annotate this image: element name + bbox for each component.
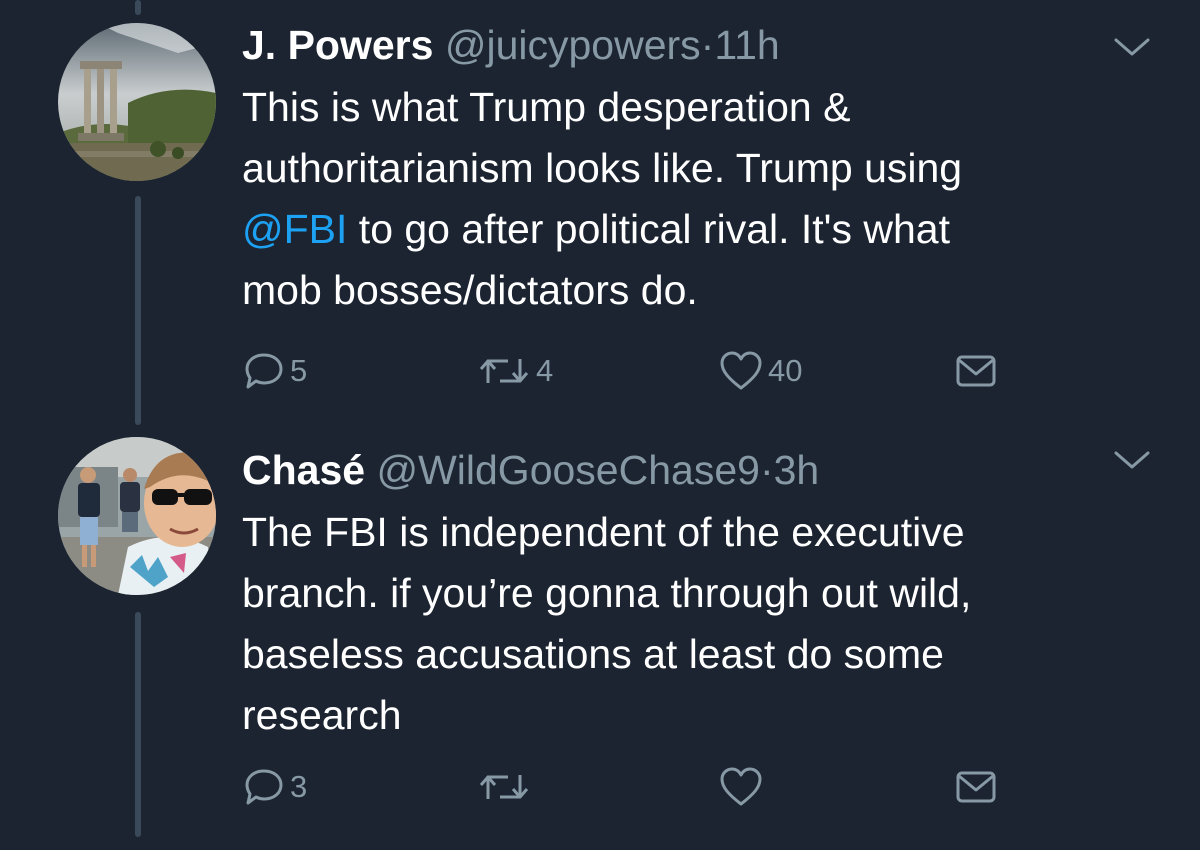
thread-line [135, 612, 141, 837]
tweet-text-line: branch. if you’re gonna through out wild… [242, 570, 972, 616]
tweet-text-line: mob bosses/dictators do. [242, 267, 698, 313]
greek-temple-ruins-photo [58, 23, 216, 181]
separator-dot: · [700, 22, 715, 68]
timestamp[interactable]: 3h [774, 447, 820, 493]
selfie-with-sunglasses-photo [58, 437, 216, 595]
tweet-text: This is what Trump desperation & authori… [242, 77, 1172, 321]
separator-dot: · [759, 447, 774, 493]
like-button[interactable] [718, 762, 768, 812]
reply-button[interactable]: 3 [242, 762, 307, 812]
tweet-actions: 5 4 40 [242, 346, 1042, 396]
avatar[interactable] [58, 437, 216, 595]
retweet-count: 4 [536, 353, 554, 388]
timeline: J. Powers @juicypowers·11h This is what … [0, 0, 1200, 850]
reply-bubble-icon [245, 353, 283, 389]
chevron-down-icon[interactable] [1112, 34, 1152, 60]
retweet-button[interactable] [476, 762, 536, 812]
tweet-header: Chasé @WildGooseChase9·3h [242, 445, 819, 495]
tweet-text-line: baseless accusations at least do some [242, 631, 944, 677]
tweet-text-line: research [242, 692, 402, 738]
tweet-text-fragment: to go after political rival. It's what [347, 206, 950, 252]
heart-icon [720, 351, 762, 390]
tweet-text: The FBI is independent of the executive … [242, 502, 1172, 746]
timestamp[interactable]: 11h [714, 22, 779, 68]
tweet-header: J. Powers @juicypowers·11h [242, 20, 780, 70]
display-name[interactable]: J. Powers [242, 22, 433, 68]
direct-message-button[interactable] [954, 346, 998, 396]
retweet-icon [479, 775, 529, 799]
reply-count: 5 [290, 353, 308, 388]
user-handle[interactable]: @WildGooseChase9 [376, 447, 759, 493]
reply-count: 3 [290, 769, 308, 804]
mention-link[interactable]: @FBI [242, 206, 347, 252]
retweet-icon [479, 359, 529, 383]
display-name[interactable]: Chasé [242, 447, 365, 493]
retweet-button[interactable]: 4 [476, 346, 553, 396]
tweet-actions: 3 [242, 762, 1042, 812]
tweet[interactable]: Chasé @WildGooseChase9·3h The FBI is ind… [0, 425, 1200, 850]
avatar[interactable] [58, 23, 216, 181]
direct-message-button[interactable] [954, 762, 998, 812]
reply-button[interactable]: 5 [242, 346, 307, 396]
chevron-down-icon[interactable] [1112, 447, 1152, 473]
tweet-text-line: This is what Trump desperation & [242, 84, 851, 130]
envelope-icon [956, 355, 996, 387]
reply-bubble-icon [245, 769, 283, 805]
thread-line [135, 0, 141, 15]
like-count: 40 [768, 353, 803, 388]
thread-line [135, 196, 141, 425]
user-handle[interactable]: @juicypowers [445, 22, 701, 68]
like-button[interactable]: 40 [718, 346, 802, 396]
tweet[interactable]: J. Powers @juicypowers·11h This is what … [0, 0, 1200, 425]
heart-icon [720, 767, 762, 806]
tweet-text-line: The FBI is independent of the executive [242, 509, 965, 555]
tweet-text-line: authoritarianism looks like. Trump using [242, 145, 963, 191]
tweet-text-line: @FBI to go after political rival. It's w… [242, 199, 1172, 260]
envelope-icon [956, 771, 996, 803]
